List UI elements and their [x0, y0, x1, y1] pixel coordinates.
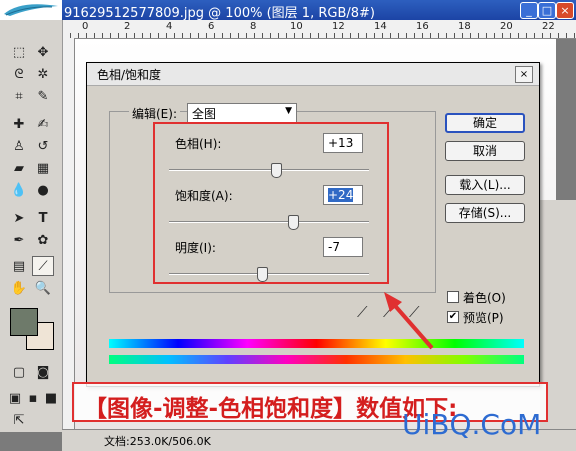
- screen-mode-dark-icon[interactable]: ■: [40, 388, 62, 408]
- quick-mask-icon[interactable]: ◙: [32, 362, 54, 382]
- ruler-tick: 12: [332, 21, 345, 32]
- edit-label: 编辑(E):: [129, 105, 180, 122]
- highlight-annotation-box: [153, 122, 389, 284]
- close-window-button[interactable]: ×: [556, 2, 574, 19]
- preview-label: 预览(P): [463, 311, 504, 325]
- ruler-tick: 16: [416, 21, 429, 32]
- document-size: 文档:253.0K/506.0K: [104, 435, 211, 448]
- ruler-tick: 6: [208, 21, 215, 32]
- notes-icon[interactable]: ▤: [8, 256, 30, 276]
- standard-mode-icon[interactable]: ▢: [8, 362, 30, 382]
- annotation-arrow-icon: [384, 292, 434, 350]
- maximize-button[interactable]: □: [538, 2, 556, 19]
- chevron-down-icon: ▼: [285, 106, 292, 116]
- preview-checkbox[interactable]: ✔: [447, 311, 459, 323]
- path-select-icon[interactable]: ➤: [8, 208, 30, 228]
- crop-icon[interactable]: ⌗: [8, 86, 30, 106]
- dialog-close-button[interactable]: ×: [515, 66, 533, 83]
- load-button[interactable]: 载入(L)...: [445, 175, 525, 195]
- pen-icon[interactable]: ✒: [8, 230, 30, 250]
- ruler-tick: 22: [542, 21, 555, 32]
- save-button[interactable]: 存储(S)...: [445, 203, 525, 223]
- shape-icon[interactable]: ✿: [32, 230, 54, 250]
- ruler-tick: 4: [166, 21, 173, 32]
- ruler-left: [62, 38, 75, 430]
- move-icon[interactable]: ✥: [32, 42, 54, 62]
- feather-logo-icon: [0, 0, 62, 20]
- dialog-title: 色相/饱和度: [97, 68, 162, 82]
- healing-brush-icon[interactable]: ✚: [8, 114, 30, 134]
- magic-wand-icon[interactable]: ✲: [32, 64, 54, 84]
- eyedropper-icon[interactable]: ⟋: [357, 303, 368, 321]
- colorize-label: 着色(O): [463, 291, 506, 305]
- dodge-icon[interactable]: ●: [32, 180, 54, 200]
- gradient-icon[interactable]: ▦: [32, 158, 54, 178]
- cancel-button[interactable]: 取消: [445, 141, 525, 161]
- toolbox: ⬚ ✥ ᘓ ✲ ⌗ ✎ ✚ ✍ ♙ ↺ ▰ ▦ 💧 ● ➤ T ✒ ✿ ▤ ⟋ …: [0, 20, 63, 432]
- ruler-tick: 18: [458, 21, 471, 32]
- zoom-icon[interactable]: 🔍: [32, 278, 54, 298]
- document-title: 91629512577809.jpg @ 100% (图层 1, RGB/8#): [64, 6, 375, 21]
- ruler-tick: 10: [290, 21, 303, 32]
- hand-icon[interactable]: ✋: [8, 278, 30, 298]
- ruler-tick: 0: [82, 21, 89, 32]
- ruler-tick: 8: [250, 21, 257, 32]
- colorize-checkbox[interactable]: [447, 291, 459, 303]
- output-color-spectrum: [109, 355, 524, 364]
- ruler-tick: 20: [500, 21, 513, 32]
- document-title-bar: 91629512577809.jpg @ 100% (图层 1, RGB/8#)…: [0, 0, 576, 21]
- jump-to-imageready-icon[interactable]: ⇱: [8, 410, 30, 430]
- blur-icon[interactable]: 💧: [8, 180, 30, 200]
- dialog-title-bar: 色相/饱和度 ×: [87, 63, 539, 86]
- brush-icon[interactable]: ✍: [32, 114, 54, 134]
- marquee-icon[interactable]: ⬚: [8, 42, 30, 62]
- ruler-tick: 2: [124, 21, 131, 32]
- lasso-icon[interactable]: ᘓ: [8, 64, 30, 84]
- slice-icon[interactable]: ✎: [32, 86, 54, 106]
- ok-button[interactable]: 确定: [445, 113, 525, 133]
- ruler-top: 0 2 4 6 8 10 12 14 16 18 20 22: [62, 20, 576, 39]
- minimize-button[interactable]: _: [520, 2, 538, 19]
- clone-stamp-icon[interactable]: ♙: [8, 136, 30, 156]
- input-color-spectrum: [109, 339, 524, 348]
- edit-select[interactable]: 全图 ▼: [187, 103, 297, 123]
- eraser-icon[interactable]: ▰: [8, 158, 30, 178]
- watermark-logo: UiBQ.CoM: [402, 408, 542, 441]
- type-icon[interactable]: T: [32, 208, 54, 228]
- ruler-tick: 14: [374, 21, 387, 32]
- edit-select-value: 全图: [192, 107, 217, 121]
- history-brush-icon[interactable]: ↺: [32, 136, 54, 156]
- eyedropper-icon[interactable]: ⟋: [32, 256, 54, 276]
- foreground-color-swatch[interactable]: [10, 308, 38, 336]
